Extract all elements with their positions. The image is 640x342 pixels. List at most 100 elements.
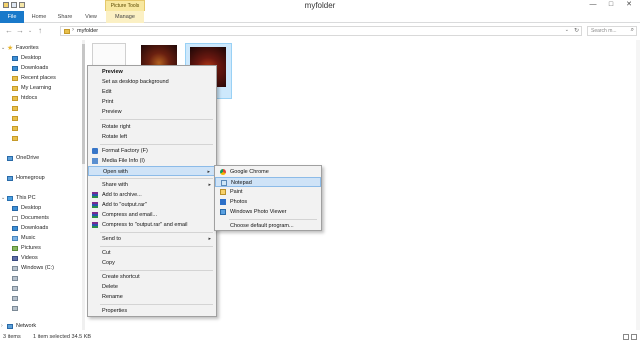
nav-homegroup[interactable]: Homegroup <box>0 174 82 183</box>
close-button[interactable]: ✕ <box>621 0 637 10</box>
menu-item-cut[interactable]: Cut <box>88 248 216 258</box>
content-scrollbar[interactable] <box>636 40 640 330</box>
nav-favorites[interactable]: ⌄ ★ Favorites <box>0 44 82 53</box>
nav-drive-redacted[interactable] <box>0 304 82 313</box>
menu-item-create-shortcut[interactable]: Create shortcut <box>88 272 216 282</box>
paint-icon <box>220 189 226 195</box>
up-icon[interactable]: ↑ <box>38 26 42 36</box>
nav-favorites-downloads[interactable]: Downloads <box>0 64 82 73</box>
tab-home[interactable]: Home <box>29 11 49 23</box>
nav-favorites-desktop[interactable]: Desktop <box>0 54 82 63</box>
menu-item-rotate-left[interactable]: Rotate left <box>88 132 216 142</box>
menu-item-send-to[interactable]: Send to ▸ <box>88 234 216 244</box>
menu-item-add-to-output-rar[interactable]: Add to "output.rar" <box>88 200 216 210</box>
address-bar[interactable]: › myfolder ⌄ ↻ <box>60 26 582 36</box>
desktop-icon <box>12 56 18 61</box>
nav-this-pc[interactable]: ⌄ This PC <box>0 194 82 203</box>
menu-separator <box>229 219 317 220</box>
menu-item-rotate-right[interactable]: Rotate right <box>88 122 216 132</box>
menu-item-copy[interactable]: Copy <box>88 258 216 268</box>
nav-pc-pictures[interactable]: Pictures <box>0 244 82 253</box>
menu-item-set-desktop-background[interactable]: Set as desktop background <box>88 77 216 87</box>
forward-icon[interactable]: → <box>16 26 24 36</box>
menu-label: Copy <box>102 260 115 266</box>
refresh-icon[interactable]: ↻ <box>574 27 579 34</box>
tab-share[interactable]: Share <box>55 11 75 23</box>
menu-label: Create shortcut <box>102 274 140 280</box>
nav-label: Documents <box>21 215 49 221</box>
expand-icon[interactable]: › <box>1 322 3 331</box>
menu-item-edit[interactable]: Edit <box>88 87 216 97</box>
menu-item-preview[interactable]: Preview <box>88 107 216 117</box>
nav-label: OneDrive <box>16 155 40 161</box>
back-icon[interactable]: ← <box>5 26 13 36</box>
nav-folder-redacted[interactable] <box>0 104 82 113</box>
nav-favorites-my-learning[interactable]: My Learning <box>0 84 82 93</box>
submenu-item-photos[interactable]: Photos <box>215 197 321 207</box>
winrar-icon <box>92 212 98 218</box>
window-title: myfolder <box>304 1 336 10</box>
nav-folder-redacted[interactable] <box>0 124 82 133</box>
menu-label: Rotate left <box>102 134 128 140</box>
search-icon[interactable]: ⌕ <box>631 27 634 34</box>
music-icon <box>12 236 18 241</box>
maximize-button[interactable]: □ <box>603 0 619 10</box>
large-icons-view-icon[interactable] <box>631 334 637 340</box>
menu-item-format-factory[interactable]: Format Factory (F) <box>88 146 216 156</box>
tab-manage[interactable]: Manage <box>106 11 144 23</box>
menu-item-delete[interactable]: Delete <box>88 282 216 292</box>
menu-item-compress-and-email[interactable]: Compress and email... <box>88 210 216 220</box>
submenu-item-windows-photo-viewer[interactable]: Windows Photo Viewer <box>215 207 321 217</box>
menu-item-properties[interactable]: Properties <box>88 306 216 316</box>
chevron-down-icon[interactable]: ⌄ <box>565 27 569 33</box>
collapse-icon[interactable]: ⌄ <box>1 44 5 53</box>
nav-onedrive[interactable]: OneDrive <box>0 154 82 163</box>
nav-label: This PC <box>16 195 36 201</box>
submenu-item-notepad[interactable]: Notepad <box>215 177 321 187</box>
submenu-arrow-icon: ▸ <box>208 182 211 188</box>
nav-pc-music[interactable]: Music <box>0 234 82 243</box>
nav-folder-redacted[interactable] <box>0 134 82 143</box>
nav-scrollbar-thumb[interactable] <box>82 44 85 164</box>
desktop-icon <box>12 206 18 211</box>
menu-separator <box>100 304 213 305</box>
nav-pc-desktop[interactable]: Desktop <box>0 204 82 213</box>
nav-drive-redacted[interactable] <box>0 274 82 283</box>
nav-favorites-recent[interactable]: Recent places <box>0 74 82 83</box>
recent-locations-icon[interactable]: ⌄ <box>28 26 32 36</box>
menu-item-open-with[interactable]: Open with ▸ <box>88 166 216 176</box>
folder-icon <box>12 136 18 141</box>
tab-file[interactable]: File <box>0 11 24 23</box>
menu-item-rename[interactable]: Rename <box>88 292 216 302</box>
minimize-button[interactable]: — <box>585 0 601 10</box>
nav-pc-documents[interactable]: Documents <box>0 214 82 223</box>
tab-view[interactable]: View <box>81 11 101 23</box>
menu-separator <box>100 246 213 247</box>
search-input[interactable]: Search m... ⌕ <box>587 26 637 36</box>
menu-item-preview-default[interactable]: Preview <box>88 67 216 77</box>
nav-favorites-htdocs[interactable]: htdocs <box>0 94 82 103</box>
submenu-item-choose-default[interactable]: Choose default program... <box>215 221 321 231</box>
details-view-icon[interactable] <box>623 334 629 340</box>
folder-icon <box>12 116 18 121</box>
cloud-icon <box>7 156 13 161</box>
menu-item-add-to-archive[interactable]: Add to archive... <box>88 190 216 200</box>
folder-icon <box>64 29 70 34</box>
menu-item-media-file-info[interactable]: Media File Info (I) <box>88 156 216 166</box>
menu-item-share-with[interactable]: Share with ▸ <box>88 180 216 190</box>
menu-item-compress-to-rar-email[interactable]: Compress to "output.rar" and email <box>88 220 216 230</box>
downloads-icon <box>12 226 18 231</box>
collapse-icon[interactable]: ⌄ <box>1 194 5 203</box>
nav-drive-redacted[interactable] <box>0 284 82 293</box>
submenu-item-google-chrome[interactable]: Google Chrome <box>215 167 321 177</box>
nav-drive-redacted[interactable] <box>0 294 82 303</box>
nav-pc-videos[interactable]: Videos <box>0 254 82 263</box>
nav-network[interactable]: › Network <box>0 322 82 331</box>
nav-label: Pictures <box>21 245 41 251</box>
breadcrumb[interactable]: myfolder <box>77 28 98 34</box>
menu-item-print[interactable]: Print <box>88 97 216 107</box>
submenu-item-paint[interactable]: Paint <box>215 187 321 197</box>
nav-pc-downloads[interactable]: Downloads <box>0 224 82 233</box>
nav-folder-redacted[interactable] <box>0 114 82 123</box>
nav-pc-windows-c[interactable]: Windows (C:) <box>0 264 82 273</box>
